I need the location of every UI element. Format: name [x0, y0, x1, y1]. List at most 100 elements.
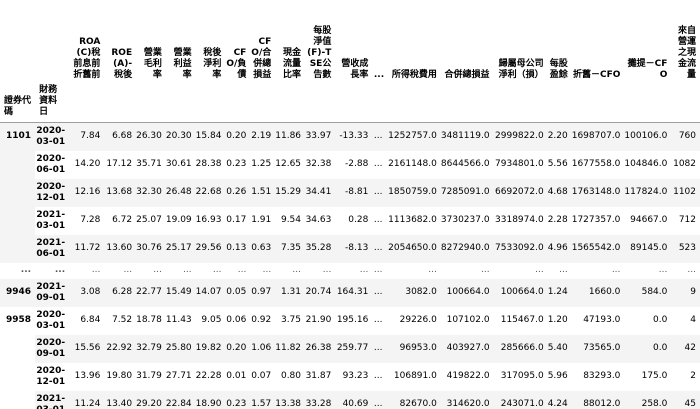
table-cell: 11.82 [275, 343, 302, 353]
table-cell: 94667.0 [630, 215, 668, 225]
table-cell: 40.69 [342, 399, 369, 409]
table-cell: 83293.0 [583, 371, 621, 381]
table-cell: 21.90 [305, 315, 332, 325]
column-header[interactable]: ROA(C)稅前息前折舊前 [69, 2, 104, 85]
table-cell: 0.01 [226, 371, 247, 381]
column-header[interactable]: 攤提－CFO [624, 2, 671, 85]
table-cell: 11.24 [74, 399, 101, 409]
dataframe-table: ROA(C)稅前息前折舊前 ROE(A)-稅後 營業毛利率 營業利益率 稅後淨利… [0, 2, 700, 409]
table-cell: 28.38 [195, 159, 222, 169]
column-header[interactable]: 稅後淨利率 [196, 2, 226, 85]
ellipsis-cell: ... [373, 343, 383, 353]
row-index-date: 2020-03-01 [36, 309, 66, 331]
table-cell: 2.20 [547, 131, 568, 142]
ellipsis-cell: ... [535, 265, 544, 275]
table-cell: 285666.0 [500, 343, 544, 353]
table-cell: 3730237.0 [440, 215, 490, 225]
table-row: 2020-12-01 13.96 19.80 31.79 27.71 22.28 0.01 0… [0, 362, 700, 391]
table-cell: 6.72 [112, 215, 133, 225]
column-header[interactable]: 折舊－CFO [572, 2, 625, 85]
row-index-date: 2021-03-01 [36, 393, 66, 409]
table-cell: 1.24 [547, 287, 568, 297]
column-header[interactable]: 合併總損益 [441, 2, 494, 85]
table-cell: 31.87 [305, 371, 332, 381]
table-cell: 0.0 [653, 315, 668, 325]
table-cell: 35.28 [305, 243, 332, 253]
column-header[interactable]: 營業利益率 [166, 2, 196, 85]
table-cell: 13.40 [106, 399, 133, 409]
table-cell: 18.90 [195, 399, 222, 409]
table-cell: 29226.0 [399, 315, 437, 325]
table-cell: 7934801.0 [495, 159, 544, 169]
table-cell: 9 [690, 287, 696, 297]
table-cell: 30.61 [165, 159, 192, 169]
table-cell: 1727357.0 [571, 215, 621, 225]
column-header[interactable]: 來自營運之現金流量 [671, 2, 700, 85]
column-header[interactable]: 每股淨值(F)-TSE公告數 [305, 2, 335, 85]
row-index-date: 2021-06-01 [36, 237, 66, 259]
ellipsis-cell: ... [373, 287, 383, 297]
table-cell: 2.19 [251, 131, 272, 142]
table-cell: 0.23 [226, 159, 247, 169]
ellipsis-cell: ... [373, 265, 383, 275]
ellipsis-row: ........................................… [0, 262, 700, 279]
column-header[interactable]: ROE(A)-稅後 [104, 2, 136, 85]
table-cell: 195.16 [336, 315, 369, 325]
table-cell: 8272940.0 [440, 243, 490, 253]
table-cell: 1.20 [547, 315, 568, 325]
table-cell: 0.0 [653, 343, 668, 353]
table-cell: 29.56 [195, 243, 222, 253]
table-row: 9946 2021-09-01 3.08 6.28 22.77 15.49 14.07 0.0… [0, 278, 700, 307]
ellipsis-cell: ... [373, 131, 383, 142]
table-cell: 93.23 [342, 371, 369, 381]
table-cell: 4.24 [547, 399, 568, 409]
table-cell: 1565542.0 [571, 243, 621, 253]
column-header[interactable]: CFO/合併總損益 [250, 2, 275, 85]
ellipsis-cell: ... [373, 159, 383, 169]
table-cell: 14.07 [195, 287, 222, 297]
table-cell: 12.65 [275, 159, 302, 169]
table-cell: 7285091.0 [440, 187, 490, 197]
table-cell: 584.0 [641, 287, 668, 297]
table-cell: 0.17 [226, 215, 247, 225]
column-header[interactable]: 每股盈餘 [548, 2, 572, 85]
table-cell: 15.29 [275, 187, 302, 197]
index-name-row: 證券代碼 財務資料日 [0, 85, 700, 123]
table-cell: 1850759.0 [388, 187, 437, 197]
table-cell: 117824.0 [624, 187, 668, 197]
table-cell: 100664.0 [446, 287, 490, 297]
table-cell: 34.41 [305, 187, 332, 197]
column-header[interactable]: 現金流量比率 [275, 2, 305, 85]
ellipsis-cell: ... [292, 265, 302, 275]
table-cell: 5.40 [547, 343, 568, 353]
table-cell: 0.20 [226, 343, 247, 353]
column-header[interactable]: 所得稅費用 [388, 2, 441, 85]
table-cell: 9.54 [280, 215, 302, 225]
table-cell: 403927.0 [446, 343, 490, 353]
column-header[interactable]: CFO/負債 [225, 2, 250, 85]
table-cell: 1.31 [280, 287, 302, 297]
table-cell: 317095.0 [500, 371, 544, 381]
column-header[interactable]: 營收成長率 [335, 2, 372, 85]
table-cell: 258.0 [641, 399, 668, 409]
table-cell: 22.28 [195, 371, 222, 381]
table-cell: 0.06 [226, 315, 247, 325]
index-name-filler [69, 85, 700, 123]
ellipsis-cell: ... [611, 265, 621, 275]
table-cell: 760 [678, 131, 696, 142]
table-cell: 3318974.0 [495, 215, 544, 225]
row-index-date: 2021-03-01 [36, 209, 66, 231]
table-cell: 0.92 [251, 315, 272, 325]
table-cell: 32.30 [136, 187, 162, 197]
table-cell: 42 [684, 343, 696, 353]
table-cell: 45 [684, 399, 696, 409]
table-cell: 6.84 [80, 315, 101, 325]
column-header[interactable]: 營業毛利率 [136, 2, 166, 85]
column-header[interactable]: 歸屬母公司淨利（損） [494, 2, 548, 85]
table-cell: 19.82 [195, 343, 222, 353]
table-row: 2020-09-01 15.56 22.92 32.79 25.80 19.82 0.20 1… [0, 334, 700, 363]
index-name-code: 證券代碼 [4, 96, 32, 117]
ellipsis-cell: ... [373, 399, 383, 409]
table-cell: 106891.0 [393, 371, 437, 381]
table-cell: 35.71 [136, 159, 162, 169]
